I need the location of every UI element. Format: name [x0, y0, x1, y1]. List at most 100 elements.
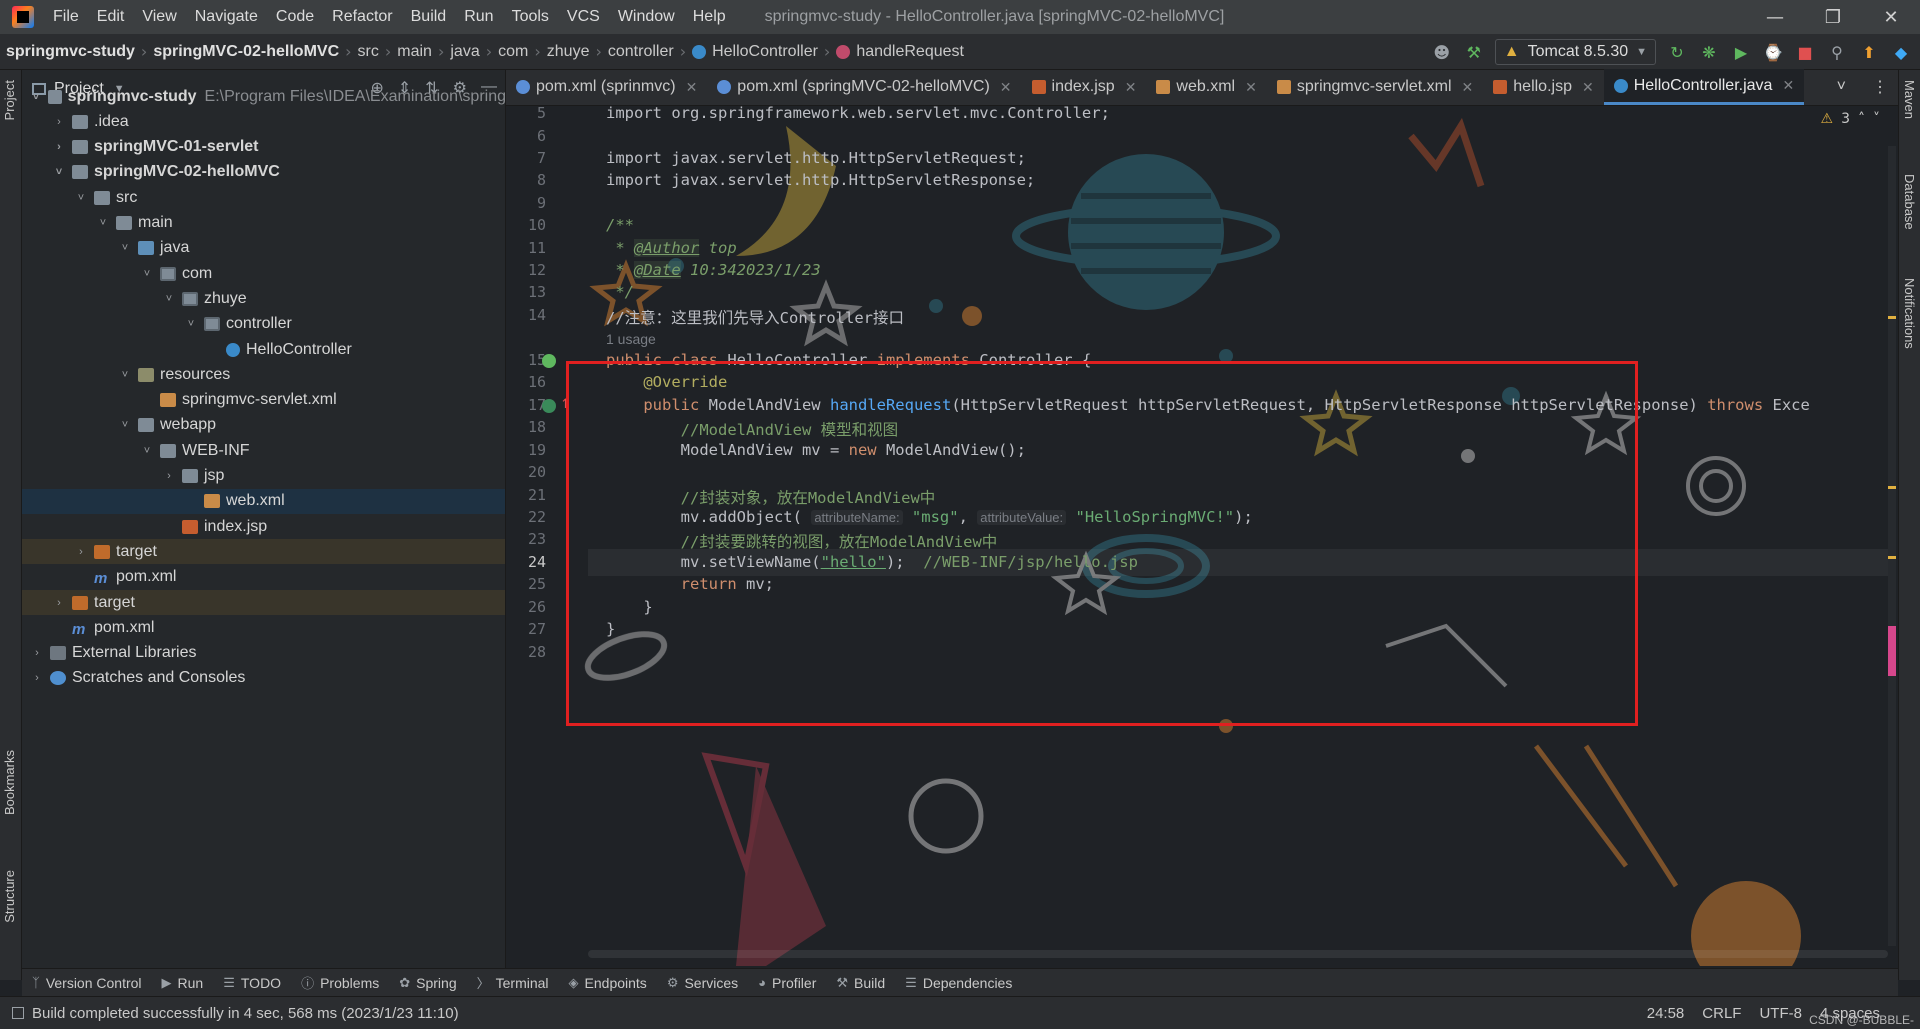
- chevron-right-icon[interactable]: ›: [162, 470, 176, 482]
- tree-item[interactable]: m pom.xml: [22, 565, 505, 590]
- tool-spring[interactable]: ✿ Spring: [389, 975, 466, 991]
- tree-item[interactable]: ˅ WEB-INF: [22, 438, 505, 463]
- chevron-down-icon[interactable]: ˅: [1837, 78, 1846, 96]
- breadcrumb-src[interactable]: src: [352, 43, 385, 61]
- chevron-down-icon[interactable]: ˅: [118, 419, 132, 431]
- editor-tab[interactable]: pom.xml (springMVC-02-helloMVC) ✕: [707, 69, 1021, 105]
- status-message[interactable]: Build completed successfully in 4 sec, 5…: [12, 1005, 459, 1022]
- line-separator[interactable]: CRLF: [1702, 1005, 1741, 1022]
- chevron-right-icon[interactable]: ›: [30, 647, 44, 659]
- stripe-maven[interactable]: Maven: [1902, 80, 1917, 119]
- breadcrumb-method[interactable]: handleRequest: [830, 43, 970, 61]
- user-icon[interactable]: ☻: [1431, 41, 1453, 63]
- breadcrumb-zhuye[interactable]: zhuye: [541, 43, 596, 61]
- minimize-icon[interactable]: —: [1746, 0, 1804, 34]
- close-tab-icon[interactable]: ✕: [1582, 79, 1594, 96]
- tool-build[interactable]: ⚒ Build: [826, 975, 895, 991]
- toolbox-icon[interactable]: ◆: [1890, 41, 1912, 63]
- stripe-project[interactable]: Project: [2, 80, 17, 120]
- chevron-down-icon[interactable]: ˅: [96, 217, 110, 229]
- close-tab-icon[interactable]: ✕: [686, 79, 698, 96]
- chevron-down-icon[interactable]: ˅: [162, 293, 176, 305]
- editor-tab[interactable]: index.jsp ✕: [1022, 69, 1147, 105]
- chevron-down-icon[interactable]: ˅: [74, 192, 88, 204]
- breadcrumb-main[interactable]: main: [391, 43, 438, 61]
- menu-tools[interactable]: Tools: [503, 8, 558, 26]
- breadcrumb-java[interactable]: java: [444, 43, 485, 61]
- editor-tab[interactable]: pom.xml (sprinmvc) ✕: [506, 69, 707, 105]
- chevron-down-icon[interactable]: ˅: [118, 242, 132, 254]
- horizontal-scrollbar[interactable]: [588, 950, 1888, 958]
- chevron-right-icon[interactable]: ›: [52, 597, 66, 609]
- debug-icon[interactable]: ❋: [1698, 41, 1720, 63]
- tool-run[interactable]: ▶ Run: [152, 975, 214, 991]
- tree-item[interactable]: ˅ springmvc-study E:\Program Files\IDEA\Ex…: [22, 84, 505, 109]
- breadcrumb-class[interactable]: HelloController: [686, 43, 824, 61]
- profile-icon[interactable]: ⌚: [1762, 41, 1784, 63]
- chevron-down-icon[interactable]: ˅: [184, 318, 198, 330]
- tree-item[interactable]: HelloController: [22, 337, 505, 362]
- tree-item[interactable]: ˅ resources: [22, 362, 505, 387]
- tree-item[interactable]: › springMVC-01-servlet: [22, 135, 505, 160]
- tree-item[interactable]: index.jsp: [22, 514, 505, 539]
- menu-code[interactable]: Code: [267, 8, 323, 26]
- implements-gutter-icon[interactable]: [542, 399, 556, 413]
- tool-version-control[interactable]: ᛉ Version Control: [22, 975, 152, 991]
- menu-build[interactable]: Build: [402, 8, 456, 26]
- stripe-notifications[interactable]: Notifications: [1902, 278, 1917, 349]
- tabs-overflow[interactable]: ˅ ⋮: [1827, 69, 1898, 105]
- editor-tab[interactable]: web.xml ✕: [1146, 69, 1266, 105]
- chevron-down-icon[interactable]: ˅: [30, 91, 42, 103]
- tree-item[interactable]: › Scratches and Consoles: [22, 666, 505, 691]
- restore-icon[interactable]: ❐: [1804, 0, 1862, 34]
- tool-endpoints[interactable]: ◈ Endpoints: [559, 975, 657, 991]
- tree-item[interactable]: › .idea: [22, 109, 505, 134]
- chevron-up-icon[interactable]: ˄: [1858, 111, 1865, 127]
- menu-vcs[interactable]: VCS: [558, 8, 609, 26]
- stripe-structure[interactable]: Structure: [2, 870, 17, 923]
- tree-item[interactable]: web.xml: [22, 488, 505, 514]
- tool-todo[interactable]: ☰ TODO: [213, 975, 291, 991]
- tree-item[interactable]: ˅ zhuye: [22, 286, 505, 311]
- tree-item[interactable]: ˅ springMVC-02-helloMVC: [22, 160, 505, 185]
- intellij-logo-icon[interactable]: [12, 6, 34, 28]
- menu-edit[interactable]: Edit: [88, 8, 134, 26]
- tree-item[interactable]: ˅ src: [22, 185, 505, 210]
- tool-problems[interactable]: ⓘ Problems: [291, 973, 389, 992]
- rerun-icon[interactable]: ↻: [1666, 41, 1688, 63]
- stripe-database[interactable]: Database: [1902, 174, 1917, 230]
- menu-help[interactable]: Help: [684, 8, 735, 26]
- run-configuration-select[interactable]: ▲ Tomcat 8.5.30 ▼: [1494, 39, 1656, 65]
- chevron-right-icon[interactable]: ›: [30, 672, 44, 684]
- tree-item[interactable]: ˅ webapp: [22, 413, 505, 438]
- chevron-down-icon[interactable]: ˅: [52, 166, 66, 178]
- file-encoding[interactable]: UTF-8: [1759, 1005, 1802, 1022]
- breadcrumb-controller[interactable]: controller: [602, 43, 680, 61]
- close-tab-icon[interactable]: ✕: [1245, 79, 1257, 96]
- close-tab-icon[interactable]: ✕: [1000, 79, 1012, 96]
- tree-item[interactable]: springmvc-servlet.xml: [22, 388, 505, 413]
- menu-run[interactable]: Run: [455, 8, 502, 26]
- editor-tab[interactable]: HelloController.java ✕: [1603, 69, 1805, 105]
- tool-services[interactable]: ⚙ Services: [657, 975, 748, 991]
- close-tab-icon[interactable]: ✕: [1462, 79, 1474, 96]
- chevron-down-icon[interactable]: ˅: [118, 369, 132, 381]
- chevron-right-icon[interactable]: ›: [52, 116, 66, 128]
- chevron-right-icon[interactable]: ›: [74, 546, 88, 558]
- menu-view[interactable]: View: [133, 8, 185, 26]
- breadcrumb-project[interactable]: springmvc-study: [0, 43, 141, 61]
- editor-tab[interactable]: springmvc-servlet.xml ✕: [1267, 69, 1483, 105]
- inspection-widget[interactable]: ⚠ 3 ˄ ˅: [1821, 106, 1880, 132]
- close-tab-icon[interactable]: ✕: [1782, 77, 1794, 94]
- tree-item[interactable]: m pom.xml: [22, 615, 505, 640]
- tool-terminal[interactable]: 〉 Terminal: [467, 973, 559, 992]
- menu-window[interactable]: Window: [609, 8, 684, 26]
- tree-item[interactable]: ˅ controller: [22, 312, 505, 337]
- tree-item[interactable]: ˅ java: [22, 236, 505, 261]
- stop-icon[interactable]: ■: [1794, 41, 1816, 63]
- breadcrumb-com[interactable]: com: [492, 43, 534, 61]
- code-editor[interactable]: 4 5 6 7 8 9 10 11 12 13 14 15 16 17 18 1…: [506, 106, 1898, 966]
- menu-refactor[interactable]: Refactor: [323, 8, 401, 26]
- close-icon[interactable]: ✕: [1862, 0, 1920, 34]
- vertical-scrollbar[interactable]: [1888, 146, 1896, 946]
